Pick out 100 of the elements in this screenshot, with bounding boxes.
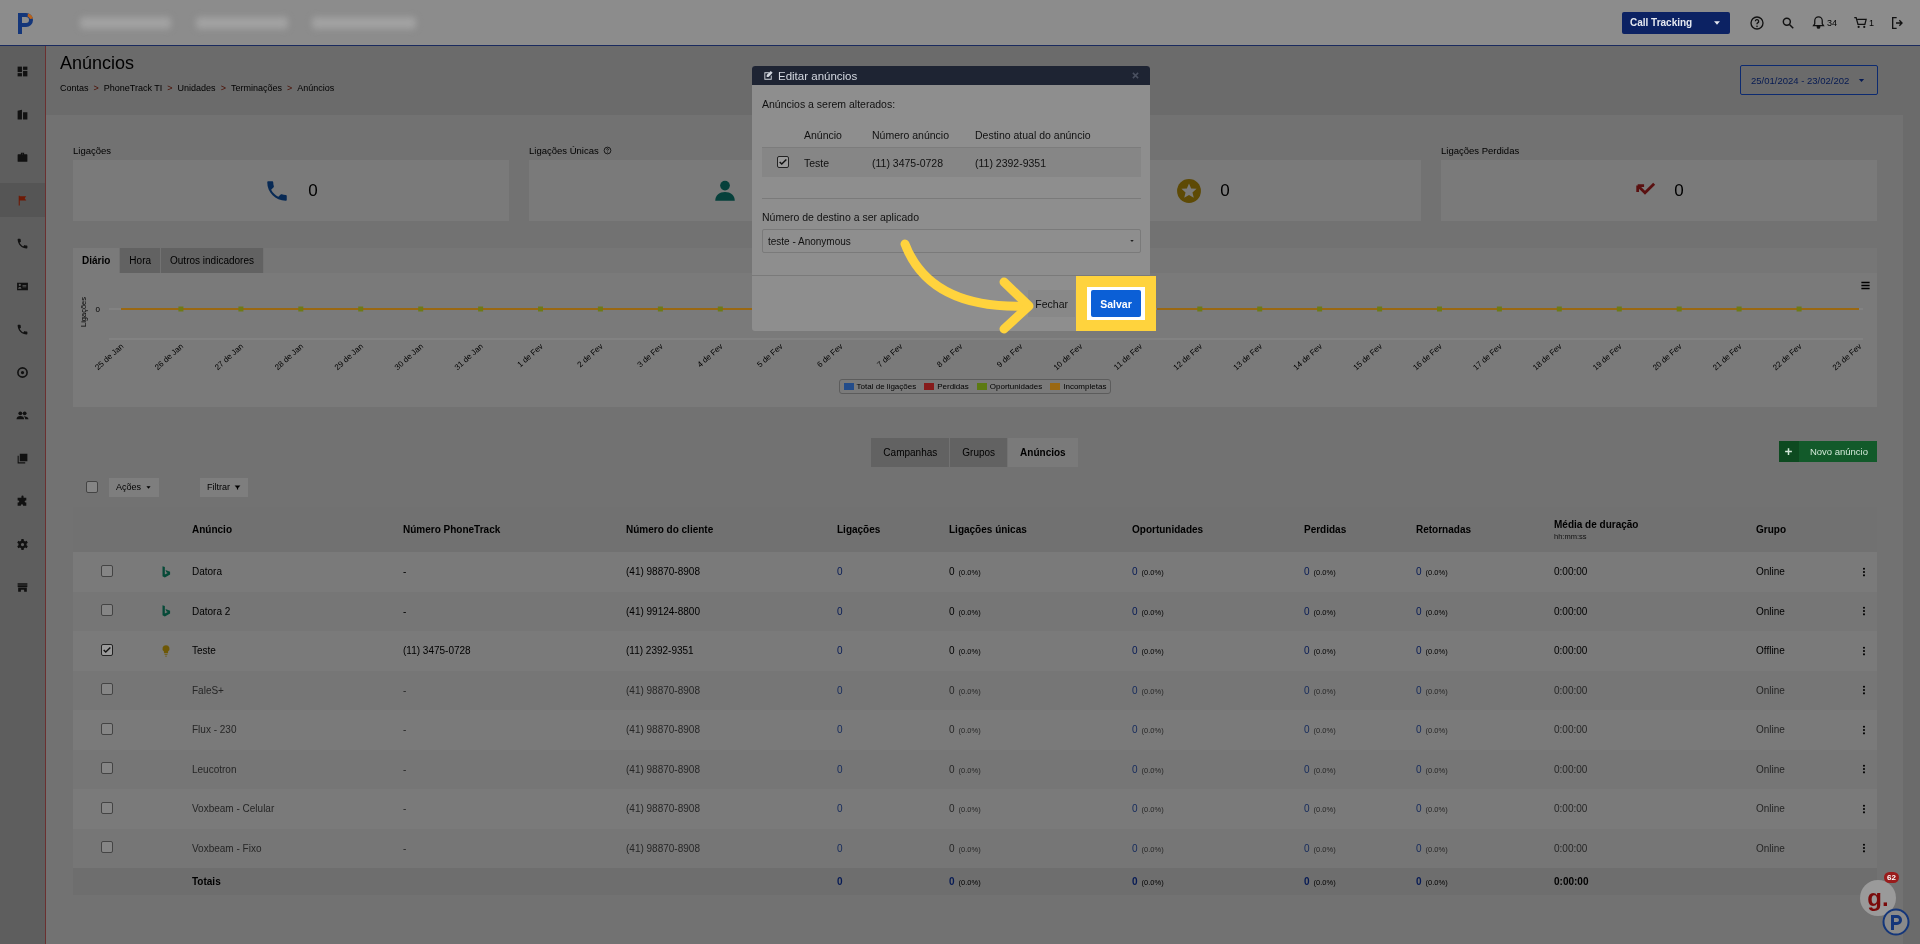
column-header: Destino atual do anúncio [975, 129, 1092, 141]
checkbox[interactable] [777, 156, 789, 168]
table-cell: 0 [837, 566, 843, 578]
table-cell: 0 [837, 842, 843, 854]
checkbox[interactable] [100, 841, 113, 854]
chart-tab[interactable]: Outros indicadores [161, 248, 264, 273]
section-label: Anúncios a serem alterados: [762, 98, 897, 110]
checkbox[interactable] [100, 801, 113, 814]
checkbox[interactable] [100, 604, 113, 617]
table-cell: Offline [1756, 645, 1785, 657]
table-cell: Voxbeam - Celular [192, 803, 275, 815]
breadcrumb-link[interactable]: Anúncios [297, 83, 335, 93]
chart-tab[interactable]: Diário [73, 248, 121, 273]
axis-tick-label: 27 de Jan [213, 341, 246, 372]
settings-icon[interactable] [16, 537, 29, 551]
close-icon[interactable] [1131, 71, 1140, 80]
buildings-icon[interactable] [16, 107, 29, 121]
table-cell: Online [1756, 684, 1785, 696]
table-cell-text: Teste [804, 156, 831, 169]
table-cell: (41) 98870-8908 [626, 684, 700, 696]
date-range-picker[interactable]: 25/01/2024 - 23/02/202 [1740, 65, 1878, 95]
filter-button[interactable]: Filtrar [200, 477, 248, 497]
actions-dropdown[interactable]: Ações [109, 477, 159, 497]
table-cell: (41) 98870-8908 [626, 566, 700, 578]
axis-tick-label: 14 de Fev [1291, 341, 1324, 373]
axis-tick-label: 5 de Fev [755, 341, 785, 370]
table-cell: Teste [192, 645, 216, 657]
store-icon[interactable] [16, 580, 29, 594]
new-ad-button[interactable]: Novo anúncio [1778, 441, 1877, 462]
table-cell: Online [1756, 605, 1785, 617]
stack-icon[interactable] [16, 451, 29, 465]
breadcrumb-link[interactable]: Terminações [230, 83, 282, 93]
field-label: Número de destino a ser aplicado [762, 211, 920, 223]
table-cell: 0 [837, 876, 843, 887]
table-cell: - [403, 803, 407, 815]
table-cell: Online [1756, 724, 1785, 736]
checkbox[interactable] [100, 762, 113, 775]
axis-tick-label: 16 de Fev [1411, 341, 1444, 373]
people-icon[interactable] [16, 408, 29, 422]
puzzle-icon[interactable] [16, 494, 29, 508]
legend-label: Oportunidades [989, 382, 1043, 391]
axis-tick-label: 22 de Fev [1771, 341, 1804, 373]
axis-tick-label: 1 de Fev [515, 341, 545, 370]
table-cell: 0 [837, 605, 843, 617]
checkbox[interactable] [86, 481, 98, 493]
table-cell: 0:00:00 [1554, 876, 1589, 887]
table-cell: (41) 98870-8908 [626, 842, 700, 854]
checkbox[interactable] [100, 644, 113, 657]
save-button[interactable]: Salvar [1091, 290, 1141, 317]
table-cell: Datora 2 [192, 605, 231, 617]
briefcase-icon[interactable] [16, 150, 29, 164]
chart-tab[interactable]: Hora [120, 248, 162, 273]
axis-tick-label: 30 de Jan [392, 341, 426, 372]
card-label: Ligações Únicas [529, 144, 599, 156]
breadcrumb-link[interactable]: Contas [60, 83, 89, 93]
flag-icon[interactable] [16, 193, 29, 207]
table-cell: - [403, 763, 407, 775]
help-icon[interactable] [602, 145, 612, 155]
column-header: Anúncio [804, 129, 843, 141]
checkbox[interactable] [100, 722, 113, 735]
table-cell: 0:00:00 [1554, 684, 1588, 696]
target-icon[interactable] [16, 365, 29, 379]
table-cell: (41) 98870-8908 [626, 724, 700, 736]
menu-icon[interactable] [1860, 280, 1871, 291]
axis-tick-label: 7 de Fev [875, 341, 905, 370]
axis-tick-label: 31 de Jan [452, 341, 485, 372]
column-header: Número do cliente [626, 524, 714, 535]
section-tab[interactable]: Anúncios [1008, 438, 1079, 467]
axis-tick-label: 4 de Fev [695, 341, 725, 370]
axis-tick-label: 6 de Fev [815, 341, 845, 370]
breadcrumb-link[interactable]: Unidades [177, 83, 216, 93]
table-cell: - [403, 724, 407, 736]
dashboard-icon[interactable] [16, 64, 29, 78]
breadcrumb-link[interactable]: PhoneTrack TI [103, 83, 163, 93]
axis-tick-label: 28 de Jan [273, 341, 306, 372]
phone-icon[interactable] [16, 236, 29, 250]
axis-tick-label: 19 de Fev [1591, 341, 1624, 373]
axis-tick-label: 21 de Fev [1711, 341, 1744, 373]
stat-value: 0 [1220, 180, 1230, 201]
close-button[interactable]: Fechar [1028, 290, 1075, 317]
column-header: Perdidas [1304, 524, 1347, 535]
axis-tick-label: 25 de Jan [93, 341, 126, 372]
checkbox[interactable] [100, 683, 113, 696]
table-cell: 0 [837, 684, 843, 696]
section-tab[interactable]: Campanhas [871, 438, 951, 467]
axis-tick-label: 17 de Fev [1471, 341, 1504, 373]
phone-icon[interactable] [16, 322, 29, 336]
section-tab[interactable]: Grupos [950, 438, 1009, 467]
checkbox[interactable] [100, 564, 113, 577]
table-cell: 0:00:00 [1554, 763, 1588, 775]
destination-select[interactable]: teste - Anonymous [762, 229, 1141, 253]
card-label: Ligações [73, 144, 112, 156]
table-cell: Online [1756, 763, 1785, 775]
page-title: Anúncios [60, 53, 136, 74]
table-cell: (11) 3475-0728 [403, 645, 471, 657]
table-cell: Flux - 230 [192, 724, 237, 736]
table-cell: 0:00:00 [1554, 803, 1588, 815]
table-cell: Leucotron [192, 763, 237, 775]
table-cell: - [403, 842, 407, 854]
axis-tick-label: 2 de Fev [575, 341, 605, 370]
